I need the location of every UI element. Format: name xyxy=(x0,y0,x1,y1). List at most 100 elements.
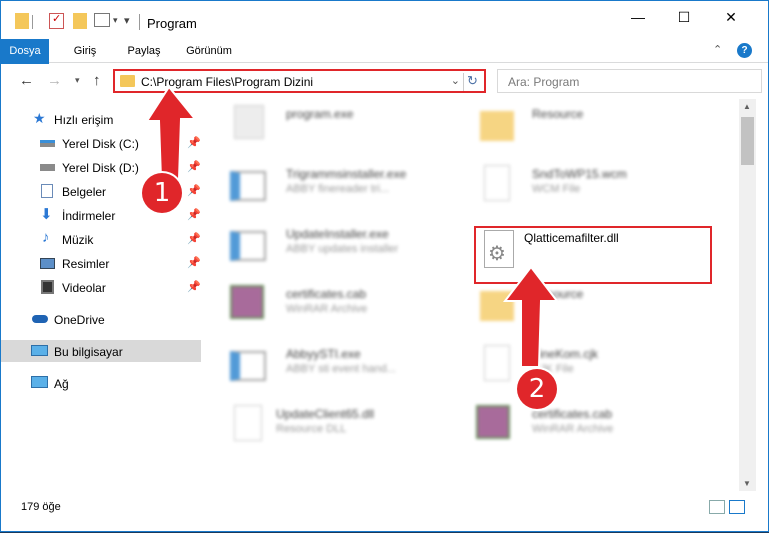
file-name: FineKom.cjk xyxy=(532,347,599,361)
file-description: WCM File xyxy=(532,183,581,195)
maximize-button[interactable]: ☐ xyxy=(661,1,707,33)
pictures-icon xyxy=(40,258,55,269)
up-arrow-icon[interactable]: ↑ xyxy=(93,72,101,89)
sidebar-label: Belgeler xyxy=(62,185,107,199)
tab-home[interactable]: Giriş xyxy=(65,39,105,63)
file-list: program.exe Resource Trigrammsinstaller.… xyxy=(206,101,738,491)
file-icon xyxy=(484,345,510,381)
sidebar-item-onedrive[interactable]: OneDrive xyxy=(1,308,201,330)
qa-menu-icon[interactable]: ▾ xyxy=(124,14,130,32)
file-name: certificates.cab xyxy=(532,407,613,421)
file-item-finekom[interactable]: FineKom.cjk CJK File xyxy=(476,341,716,399)
help-button[interactable]: ? xyxy=(737,43,752,58)
installer-icon xyxy=(230,351,266,381)
tab-view[interactable]: Görünüm xyxy=(181,39,237,63)
refresh-icon[interactable]: ↻ xyxy=(463,73,481,91)
title-bar: ✓ ▾ ▾ Program — ☐ ✕ xyxy=(1,1,768,39)
address-path[interactable]: C:\Program Files\Program Dizini xyxy=(141,75,313,89)
customize-icon[interactable] xyxy=(94,13,110,27)
sidebar-label: Yerel Disk (C:) xyxy=(62,137,139,151)
file-description: ABBY updates installer xyxy=(286,243,399,255)
pin-icon[interactable]: 📌 xyxy=(187,136,201,149)
file-item-program-exe[interactable]: program.exe xyxy=(230,101,470,159)
file-name: UpdateInstaller.exe xyxy=(286,227,389,241)
step-1-badge: 1 xyxy=(142,173,182,213)
pin-icon[interactable]: 📌 xyxy=(187,208,201,221)
file-item-updateinstaller[interactable]: UpdateInstaller.exe ABBY updates install… xyxy=(230,221,470,279)
item-count: 179 öğe xyxy=(21,501,61,513)
sidebar-item-music[interactable]: ♪ Müzik 📌 xyxy=(1,228,201,250)
file-name: AbbyySTI.exe xyxy=(286,347,361,361)
pin-icon[interactable]: 📌 xyxy=(187,280,201,293)
pin-icon[interactable]: 📌 xyxy=(187,184,201,197)
scrollbar-thumb[interactable] xyxy=(741,117,754,165)
minimize-button[interactable]: — xyxy=(615,1,661,33)
file-item-certificates-cab-2[interactable]: certificates.cab WinRAR Archive xyxy=(476,401,716,459)
file-name: certificates.cab xyxy=(286,287,367,301)
file-item-abbyysti[interactable]: AbbyySTI.exe ABBY sti event hand... xyxy=(230,341,470,399)
file-description: Resource DLL xyxy=(276,423,347,435)
folder-icon xyxy=(480,111,514,141)
search-input[interactable]: Ara: Program xyxy=(497,69,762,93)
back-arrow-icon[interactable]: ← xyxy=(19,72,34,89)
navigation-bar: ← → ▾ ↑ C:\Program Files\Program Dizini … xyxy=(1,64,768,98)
file-description: WinRAR Archive xyxy=(532,423,614,435)
vertical-scrollbar[interactable]: ▲ ▼ xyxy=(739,99,756,491)
videos-icon xyxy=(41,280,54,294)
tab-share[interactable]: Paylaş xyxy=(121,39,167,63)
window-title: Program xyxy=(147,16,197,31)
archive-icon xyxy=(230,285,264,319)
sidebar-item-pictures[interactable]: Resimler 📌 xyxy=(1,252,201,274)
scroll-down-icon[interactable]: ▼ xyxy=(743,479,751,488)
recent-dropdown-icon[interactable]: ▾ xyxy=(75,75,80,86)
file-item-certificates-cab[interactable]: certificates.cab WinRAR Archive xyxy=(230,281,470,339)
explorer-window: ✓ ▾ ▾ Program — ☐ ✕ Dosya Giriş Paylaş G… xyxy=(0,0,769,532)
file-item-resource-2[interactable]: Resource xyxy=(476,281,716,339)
sidebar-item-network[interactable]: Ağ xyxy=(1,372,201,394)
computer-icon xyxy=(31,345,48,356)
close-button[interactable]: ✕ xyxy=(708,1,754,33)
sidebar-item-disk-c[interactable]: Yerel Disk (C:) 📌 xyxy=(1,132,201,154)
pin-icon[interactable]: 📌 xyxy=(187,232,201,245)
search-placeholder: Ara: Program xyxy=(508,75,580,89)
address-bar[interactable]: C:\Program Files\Program Dizini ⌄ ↻ xyxy=(113,69,486,93)
file-item-sndtowp[interactable]: SndToWP15.wcm WCM File xyxy=(476,161,716,219)
sidebar-item-quick-access[interactable]: ★ Hızlı erişim xyxy=(1,108,201,130)
pin-icon[interactable]: 📌 xyxy=(187,160,201,173)
large-icons-view-icon[interactable] xyxy=(729,500,745,514)
file-item-trigramms[interactable]: Trigrammsinstaller.exe ABBY finereader t… xyxy=(230,161,470,219)
sidebar-label: Müzik xyxy=(62,233,94,247)
folder-icon xyxy=(15,13,29,29)
file-item-resource[interactable]: Resource xyxy=(476,101,716,159)
file-name: program.exe xyxy=(286,107,354,121)
details-view-icon[interactable] xyxy=(709,500,725,514)
installer-icon xyxy=(230,171,266,201)
file-name: Resource xyxy=(532,287,584,301)
qa-divider xyxy=(32,15,33,29)
file-description: ABBY finereader tri... xyxy=(286,183,390,195)
file-name: Trigrammsinstaller.exe xyxy=(286,167,407,181)
drive-icon xyxy=(40,140,55,147)
scroll-up-icon[interactable]: ▲ xyxy=(743,102,751,111)
sidebar-label: Videolar xyxy=(62,281,106,295)
exe-icon xyxy=(234,105,264,139)
navigation-pane: ★ Hızlı erişim Yerel Disk (C:) 📌 Yerel D… xyxy=(1,101,201,491)
forward-arrow-icon[interactable]: → xyxy=(47,72,62,89)
file-item-updateclient65[interactable]: UpdateClient65.dll Resource DLL xyxy=(230,401,470,459)
qa-dropdown-icon[interactable]: ▾ xyxy=(113,15,118,33)
address-dropdown-icon[interactable]: ⌄ xyxy=(451,74,460,87)
pin-icon[interactable]: 📌 xyxy=(187,256,201,269)
file-icon xyxy=(484,165,510,201)
sidebar-label: Hızlı erişim xyxy=(54,113,114,127)
downloads-icon: ⬇ xyxy=(40,206,53,223)
sidebar-item-videos[interactable]: Videolar 📌 xyxy=(1,276,201,298)
sidebar-label: Yerel Disk (D:) xyxy=(62,161,139,175)
ribbon-expand-icon[interactable]: ⌃ xyxy=(713,43,722,56)
sidebar-label: Bu bilgisayar xyxy=(54,345,123,359)
step-2-badge: 2 xyxy=(517,369,557,409)
new-folder-icon[interactable] xyxy=(73,13,87,29)
sidebar-item-this-pc[interactable]: Bu bilgisayar xyxy=(1,340,201,362)
sidebar-label: Resimler xyxy=(62,257,110,271)
properties-icon[interactable]: ✓ xyxy=(49,13,64,29)
status-bar: 179 öğe xyxy=(1,495,768,531)
